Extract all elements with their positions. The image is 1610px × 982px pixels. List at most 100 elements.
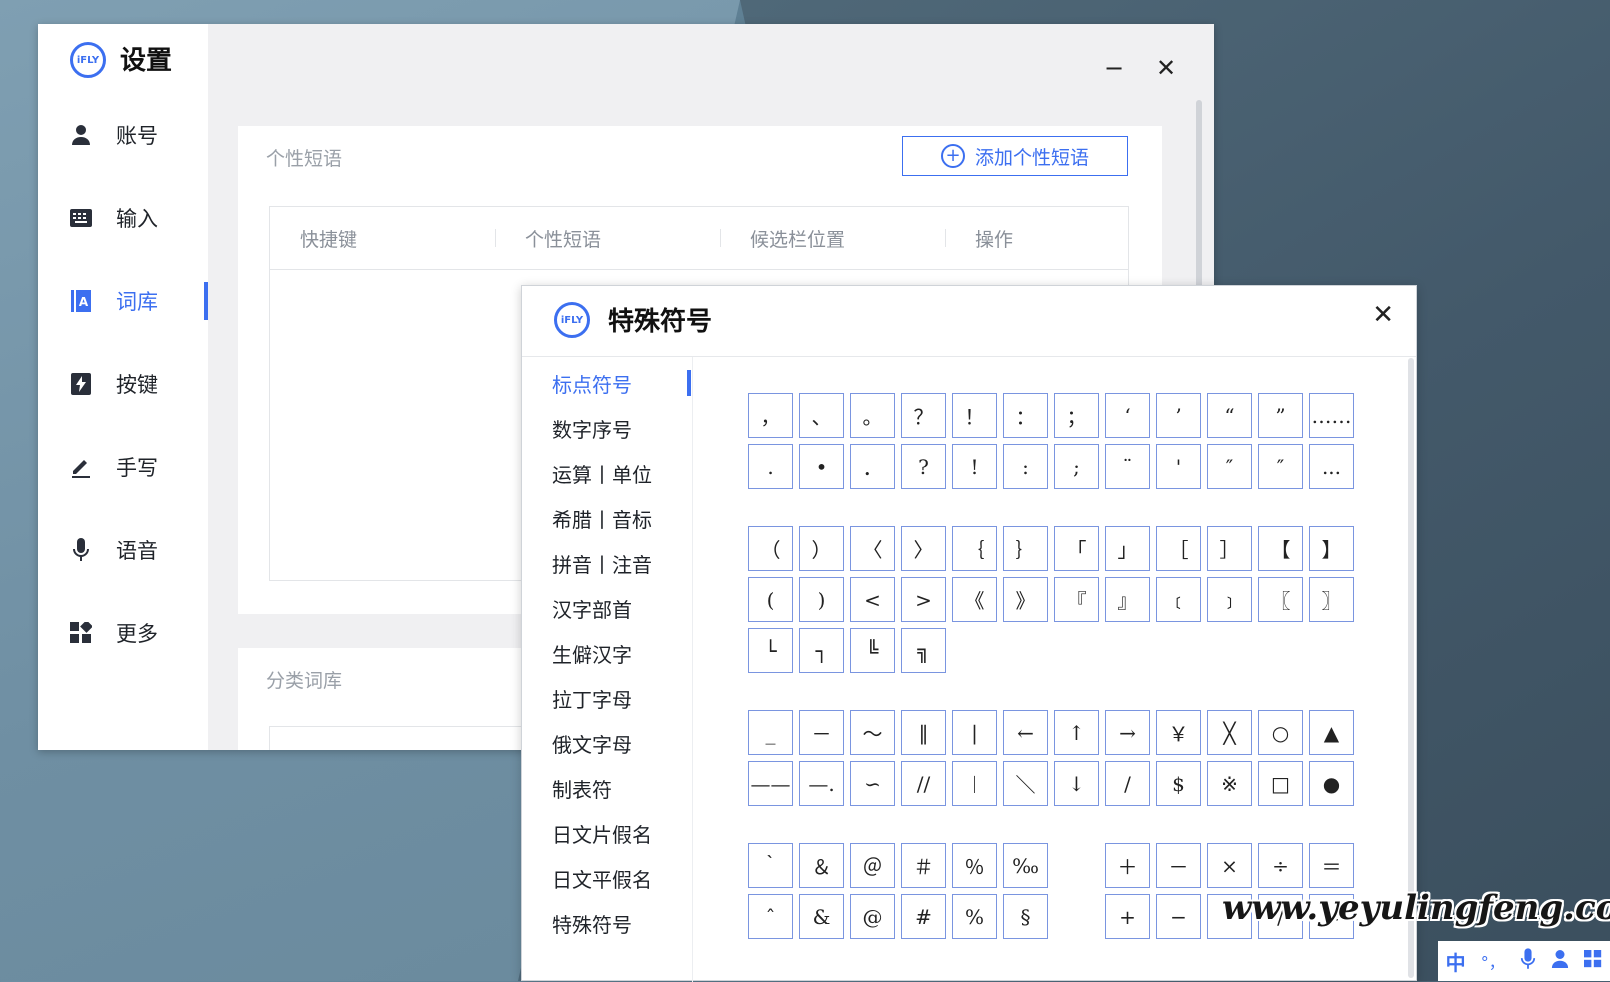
symbol-key[interactable]: 「: [1054, 526, 1099, 571]
symbol-key[interactable]: 《: [952, 577, 997, 622]
symbol-key[interactable]: －: [799, 710, 844, 755]
close-button[interactable]: ✕: [1372, 300, 1394, 330]
scrollbar[interactable]: [1408, 358, 1414, 978]
symbol-key[interactable]: @: [850, 894, 895, 939]
symbol-key[interactable]: 〗: [1309, 577, 1354, 622]
symbol-key[interactable]: ...: [1309, 444, 1354, 489]
symbol-key[interactable]: ！: [952, 393, 997, 438]
symbol-key[interactable]: ↑: [1054, 710, 1099, 755]
symbol-key[interactable]: ╗: [901, 628, 946, 673]
symbol-key[interactable]: //: [901, 761, 946, 806]
symbol-key[interactable]: #: [901, 894, 946, 939]
scrollbar[interactable]: [1196, 100, 1202, 290]
symbol-key[interactable]: ←: [1003, 710, 1048, 755]
symbol-key[interactable]: ［: [1156, 526, 1201, 571]
category-item[interactable]: 日文平假名: [552, 864, 652, 893]
symbol-key[interactable]: 〉: [901, 526, 946, 571]
symbol-key[interactable]: ∽: [850, 761, 895, 806]
symbol-key[interactable]: ↓: [1054, 761, 1099, 806]
symbol-key[interactable]: ：: [1003, 393, 1048, 438]
symbol-key[interactable]: •: [799, 444, 844, 489]
symbol-key[interactable]: 『: [1054, 577, 1099, 622]
symbol-key[interactable]: ～: [850, 710, 895, 755]
symbol-key[interactable]: ': [1156, 444, 1201, 489]
symbol-key[interactable]: +: [1105, 894, 1150, 939]
symbol-key[interactable]: $: [1156, 761, 1201, 806]
symbol-key[interactable]: &: [799, 894, 844, 939]
symbol-key[interactable]: |: [952, 710, 997, 755]
category-item[interactable]: 拉丁字母: [552, 684, 632, 713]
sidebar-item-handwriting[interactable]: 手写: [38, 442, 208, 492]
symbol-key[interactable]: ×: [1207, 843, 1252, 888]
symbol-key[interactable]: ＝: [1309, 843, 1354, 888]
symbol-key[interactable]: 」: [1105, 526, 1150, 571]
symbol-key[interactable]: ’: [1156, 393, 1201, 438]
symbol-key[interactable]: ●: [1309, 761, 1354, 806]
category-item[interactable]: 标点符号: [552, 369, 632, 398]
category-item[interactable]: 特殊符号: [552, 909, 632, 938]
symbol-key[interactable]: %: [952, 894, 997, 939]
symbol-key[interactable]: >: [901, 577, 946, 622]
symbol-key[interactable]: .: [748, 444, 793, 489]
category-item[interactable]: 数字序号: [552, 414, 632, 443]
symbol-key[interactable]: ﹝: [1156, 577, 1201, 622]
symbol-key[interactable]: ｀: [748, 843, 793, 888]
symbol-key[interactable]: ″: [1258, 444, 1303, 489]
symbol-key[interactable]: ＼: [1003, 761, 1048, 806]
sidebar-item-voice[interactable]: 语音: [38, 525, 208, 575]
symbol-key[interactable]: ‘: [1105, 393, 1150, 438]
symbol-key[interactable]: 】: [1309, 526, 1354, 571]
symbol-key[interactable]: ˆ: [748, 894, 793, 939]
symbol-key[interactable]: ;: [1054, 444, 1099, 489]
symbol-key[interactable]: ﹞: [1207, 577, 1252, 622]
sidebar-item-account[interactable]: 账号: [38, 110, 208, 160]
symbol-key[interactable]: ÷: [1258, 843, 1303, 888]
user-icon[interactable]: [1551, 949, 1569, 974]
symbol-key[interactable]: （: [748, 526, 793, 571]
close-button[interactable]: ✕: [1156, 54, 1176, 82]
symbol-key[interactable]: ╳: [1207, 710, 1252, 755]
symbol-key[interactable]: ）: [799, 526, 844, 571]
symbol-key[interactable]: —.: [799, 761, 844, 806]
symbol-key[interactable]: ？: [901, 393, 946, 438]
symbol-key[interactable]: /: [1105, 761, 1150, 806]
symbol-key[interactable]: 》: [1003, 577, 1048, 622]
symbol-key[interactable]: ╚: [850, 628, 895, 673]
symbol-key[interactable]: ): [799, 577, 844, 622]
symbol-key[interactable]: <: [850, 577, 895, 622]
symbol-key[interactable]: 』: [1105, 577, 1150, 622]
category-item[interactable]: 拼音丨注音: [552, 549, 652, 578]
symbol-key[interactable]: ｝: [1003, 526, 1048, 571]
sidebar-item-keys[interactable]: 按键: [38, 359, 208, 409]
symbol-key[interactable]: ?: [901, 444, 946, 489]
symbol-key[interactable]: 〈: [850, 526, 895, 571]
symbol-key[interactable]: !: [952, 444, 997, 489]
symbol-key[interactable]: ．: [850, 444, 895, 489]
symbol-key[interactable]: ＠: [850, 843, 895, 888]
category-item[interactable]: 运算丨单位: [552, 459, 652, 488]
symbol-key[interactable]: ＋: [1105, 843, 1150, 888]
category-item[interactable]: 汉字部首: [552, 594, 632, 623]
symbol-key[interactable]: :: [1003, 444, 1048, 489]
sidebar-item-dictionary[interactable]: A 词库: [38, 276, 208, 326]
minimize-button[interactable]: −: [1104, 54, 1124, 82]
symbol-key[interactable]: ｛: [952, 526, 997, 571]
category-item[interactable]: 希腊丨音标: [552, 504, 652, 533]
symbol-key[interactable]: ，: [748, 393, 793, 438]
symbol-key[interactable]: ％: [952, 843, 997, 888]
sidebar-item-more[interactable]: 更多: [38, 608, 208, 658]
chinese-mode-button[interactable]: 中: [1446, 947, 1466, 976]
symbol-key[interactable]: ——: [748, 761, 793, 806]
microphone-icon[interactable]: [1520, 947, 1536, 975]
symbol-key[interactable]: ‰: [1003, 843, 1048, 888]
symbol-key[interactable]: ″: [1207, 444, 1252, 489]
symbol-key[interactable]: □: [1258, 761, 1303, 806]
symbol-key[interactable]: (: [748, 577, 793, 622]
symbol-key[interactable]: ……: [1309, 393, 1354, 438]
symbol-key[interactable]: 〖: [1258, 577, 1303, 622]
category-item[interactable]: 俄文字母: [552, 729, 632, 758]
category-item[interactable]: 制表符: [552, 774, 612, 803]
symbol-key[interactable]: ＃: [901, 843, 946, 888]
symbol-key[interactable]: ︱: [952, 761, 997, 806]
symbol-key[interactable]: 。: [850, 393, 895, 438]
